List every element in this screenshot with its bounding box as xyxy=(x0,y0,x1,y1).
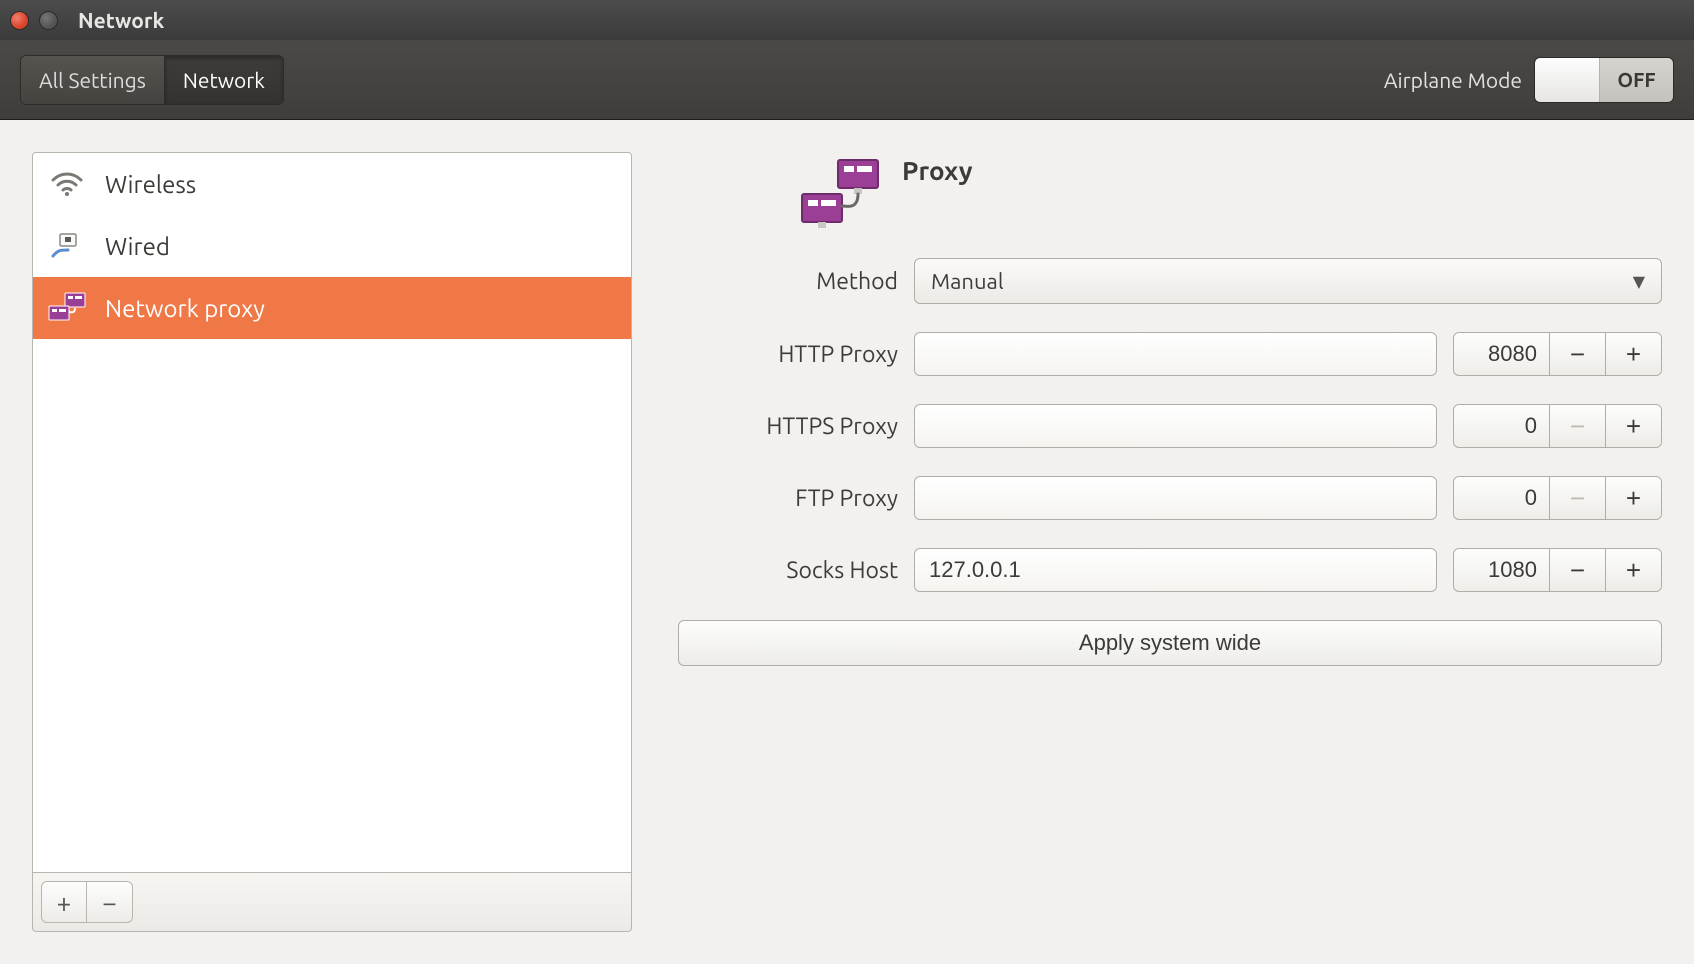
proxy-icon xyxy=(47,293,87,323)
socks-host-row: Socks Host − + xyxy=(678,548,1662,592)
breadcrumb-network[interactable]: Network xyxy=(165,56,283,104)
ftp-proxy-label: FTP Proxy xyxy=(678,486,898,511)
https-proxy-port-increment[interactable]: + xyxy=(1605,405,1661,447)
http-proxy-row: HTTP Proxy − + xyxy=(678,332,1662,376)
https-proxy-port-input[interactable] xyxy=(1454,405,1549,447)
http-proxy-label: HTTP Proxy xyxy=(678,342,898,367)
socks-port-decrement[interactable]: − xyxy=(1549,549,1605,591)
socks-port-stepper: − + xyxy=(1453,548,1662,592)
chevron-down-icon: ▼ xyxy=(1633,272,1645,291)
proxy-header-icon xyxy=(798,156,884,234)
remove-connection-button[interactable]: − xyxy=(87,881,133,923)
apply-row: Apply system wide xyxy=(678,620,1662,666)
airplane-mode-toggle[interactable]: OFF xyxy=(1534,57,1674,103)
add-connection-button[interactable]: + xyxy=(41,881,87,923)
breadcrumb-all-settings[interactable]: All Settings xyxy=(21,56,165,104)
http-proxy-port-input[interactable] xyxy=(1454,333,1549,375)
method-row: Method Manual ▼ xyxy=(678,258,1662,304)
airplane-mode-label: Airplane Mode xyxy=(1384,68,1522,92)
http-proxy-port-decrement[interactable]: − xyxy=(1549,333,1605,375)
list-actions: +− xyxy=(32,873,632,932)
socks-port-input[interactable] xyxy=(1454,549,1549,591)
socks-host-label: Socks Host xyxy=(678,558,898,583)
ftp-proxy-port-decrement[interactable]: − xyxy=(1549,477,1605,519)
http-proxy-host-input[interactable] xyxy=(914,332,1437,376)
toggle-knob xyxy=(1535,58,1600,102)
ftp-proxy-host-input[interactable] xyxy=(914,476,1437,520)
https-proxy-row: HTTPS Proxy − + xyxy=(678,404,1662,448)
https-proxy-port-stepper: − + xyxy=(1453,404,1662,448)
ftp-proxy-row: FTP Proxy − + xyxy=(678,476,1662,520)
panel-title: Proxy xyxy=(902,156,973,185)
http-proxy-port-stepper: − + xyxy=(1453,332,1662,376)
sidebar-item-network-proxy[interactable]: Network proxy xyxy=(33,277,631,339)
minimize-icon[interactable] xyxy=(39,11,58,30)
sidebar-item-label: Wired xyxy=(105,233,170,260)
sidebar: Wireless Wired xyxy=(32,152,632,932)
breadcrumb: All Settings Network xyxy=(20,55,284,105)
https-proxy-label: HTTPS Proxy xyxy=(678,414,898,439)
wired-icon xyxy=(47,231,87,261)
close-icon[interactable] xyxy=(10,11,29,30)
connection-list: Wireless Wired xyxy=(32,152,632,873)
wifi-icon xyxy=(47,169,87,199)
panel-header: Proxy xyxy=(798,156,1662,234)
toolbar: All Settings Network Airplane Mode OFF xyxy=(0,40,1694,120)
method-value: Manual xyxy=(931,269,1004,294)
sidebar-item-label: Network proxy xyxy=(105,295,265,322)
content-area: Wireless Wired xyxy=(0,120,1694,964)
ftp-proxy-port-input[interactable] xyxy=(1454,477,1549,519)
ftp-proxy-port-increment[interactable]: + xyxy=(1605,477,1661,519)
window-title: Network xyxy=(78,8,164,32)
ftp-proxy-port-stepper: − + xyxy=(1453,476,1662,520)
https-proxy-port-decrement[interactable]: − xyxy=(1549,405,1605,447)
https-proxy-host-input[interactable] xyxy=(914,404,1437,448)
proxy-panel: Proxy Method Manual ▼ HTTP Proxy − + HTT… xyxy=(632,152,1662,932)
sidebar-item-label: Wireless xyxy=(105,171,196,198)
method-select[interactable]: Manual ▼ xyxy=(914,258,1662,304)
apply-system-wide-button[interactable]: Apply system wide xyxy=(678,620,1662,666)
socks-host-input[interactable] xyxy=(914,548,1437,592)
toggle-state: OFF xyxy=(1600,58,1673,102)
titlebar: Network xyxy=(0,0,1694,40)
method-label: Method xyxy=(678,269,898,294)
sidebar-item-wireless[interactable]: Wireless xyxy=(33,153,631,215)
socks-port-increment[interactable]: + xyxy=(1605,549,1661,591)
sidebar-item-wired[interactable]: Wired xyxy=(33,215,631,277)
http-proxy-port-increment[interactable]: + xyxy=(1605,333,1661,375)
